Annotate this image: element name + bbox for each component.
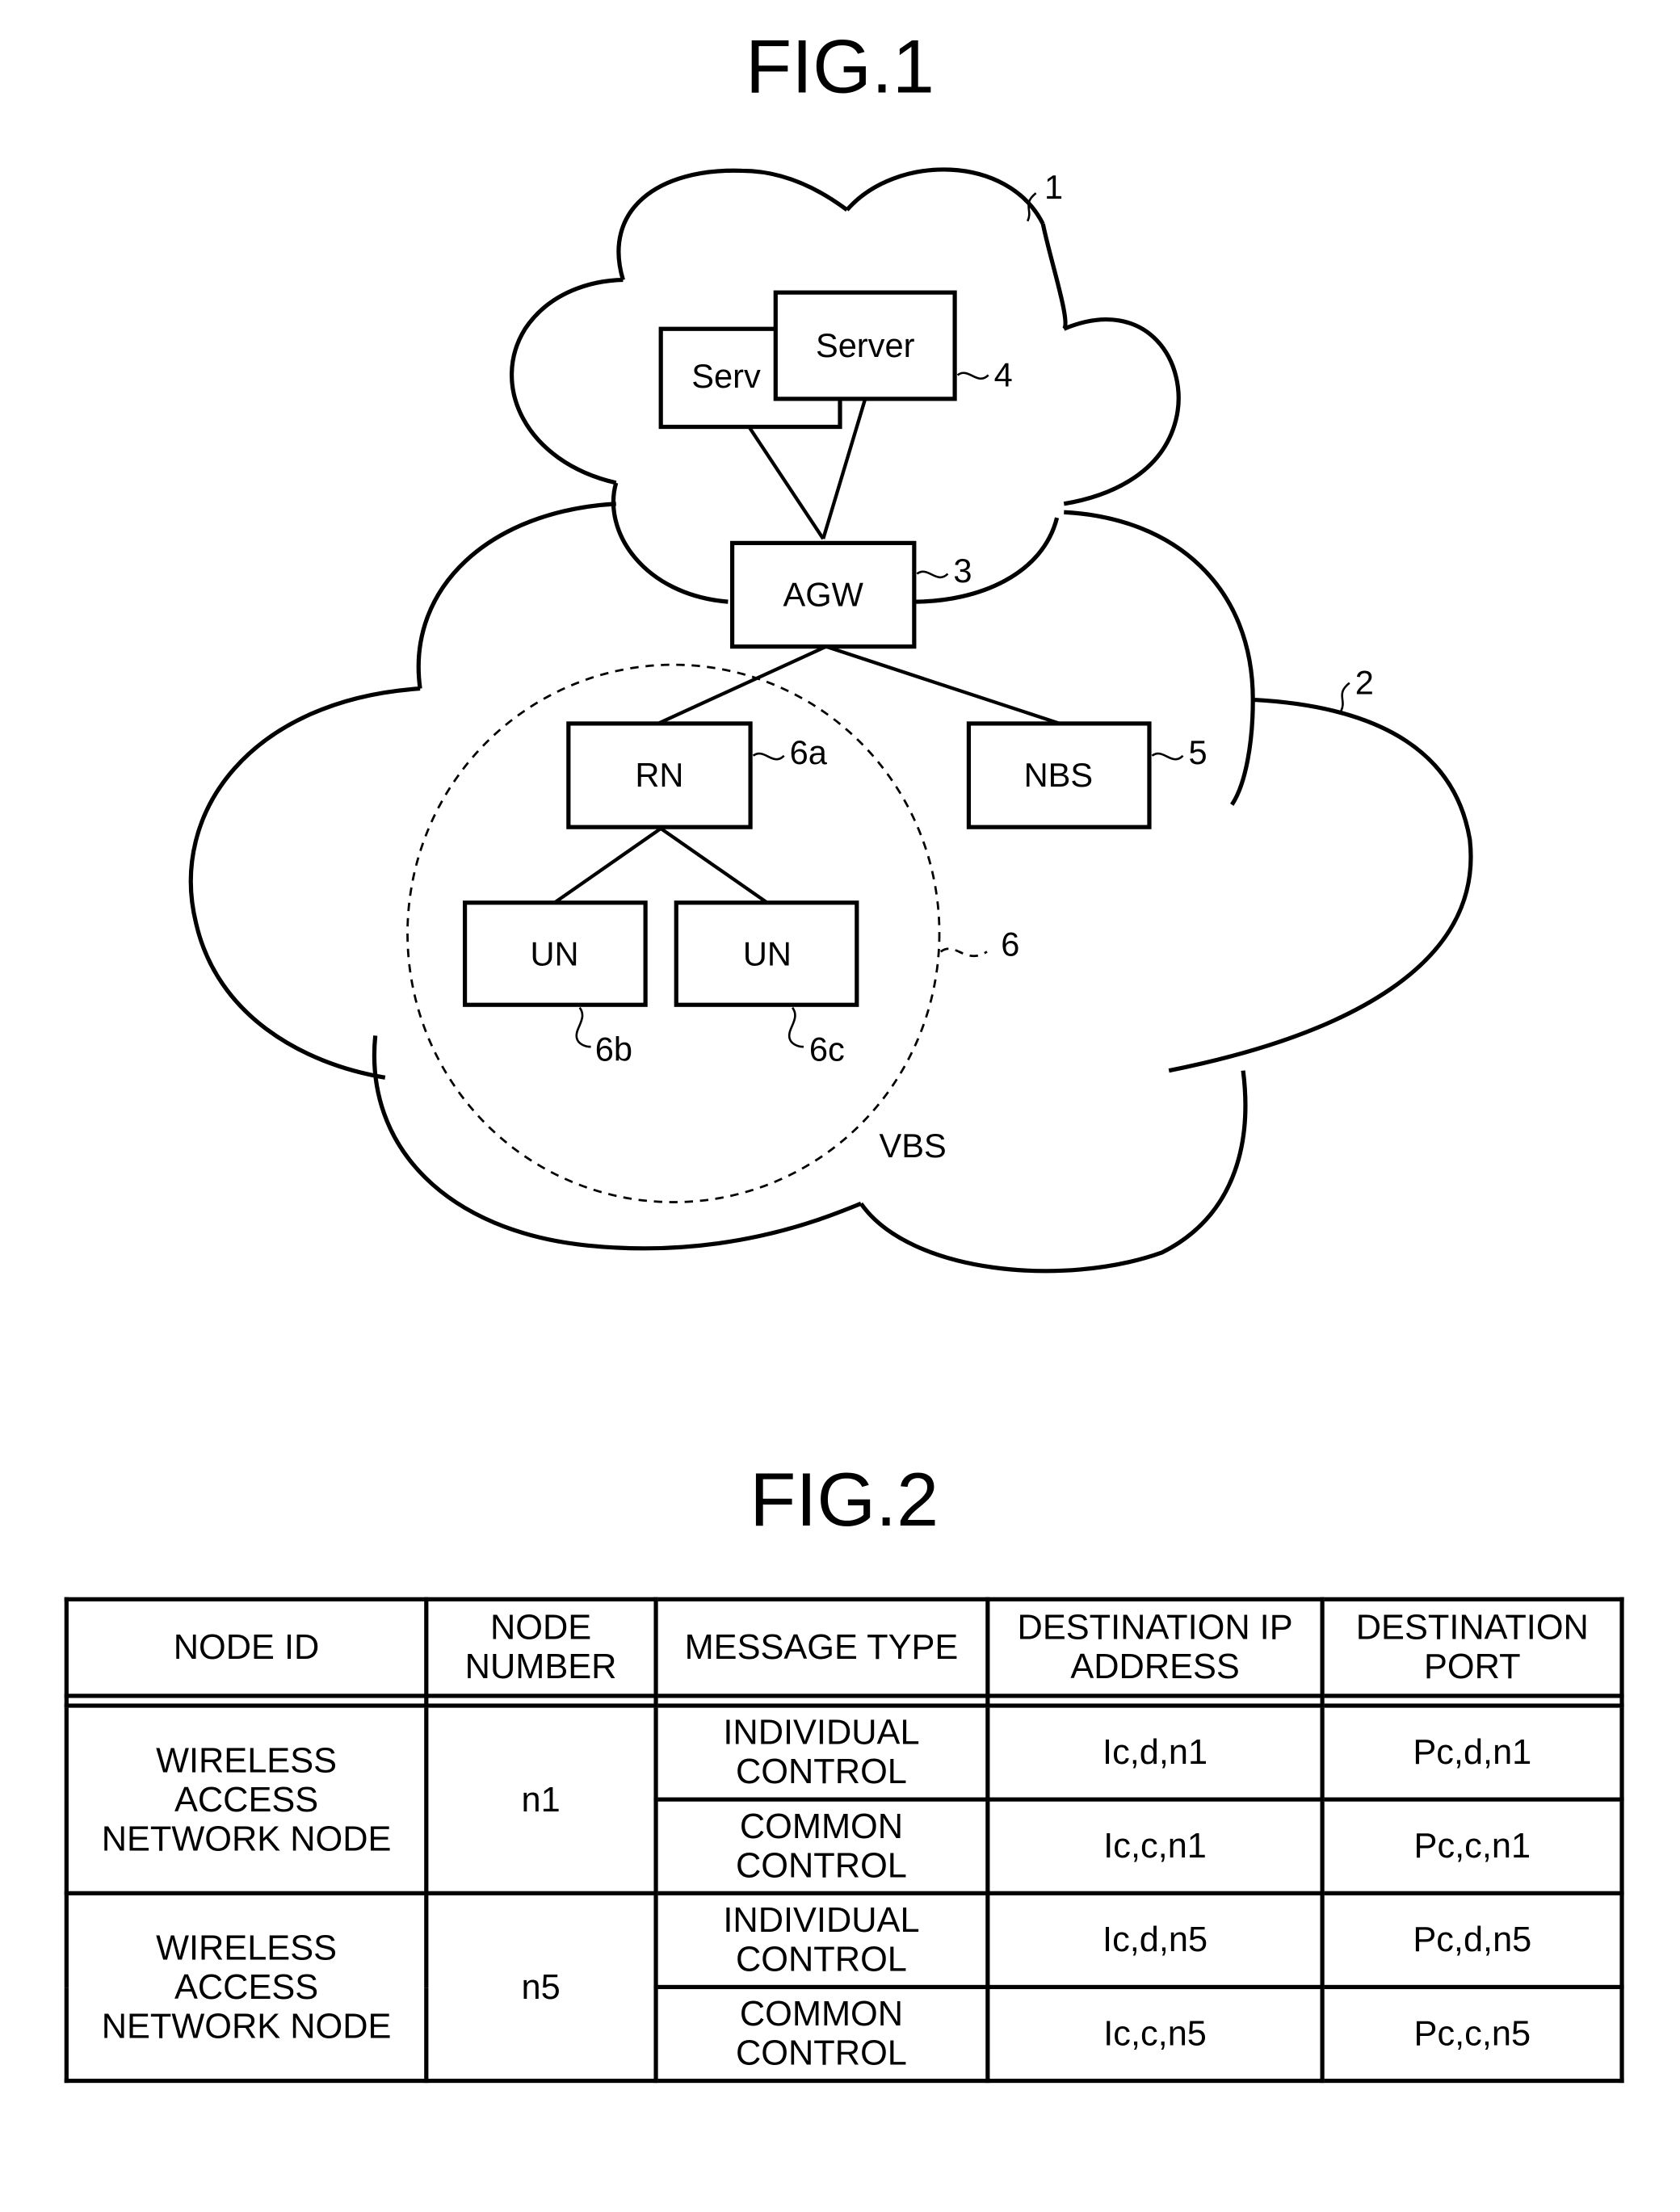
cell-dest-port: Pc,c,n1 (1321, 1797, 1624, 1895)
ref-nbs: 5 (1188, 733, 1207, 771)
link-rn-un-left (553, 827, 662, 905)
ref-un-left: 6b (595, 1030, 632, 1068)
ref-agw: 3 (953, 552, 972, 590)
agw-node[interactable]: AGW (729, 540, 917, 649)
ref-un-right: 6c (809, 1030, 845, 1068)
server-front-node[interactable]: Server (773, 290, 957, 401)
ref-server: 4 (994, 355, 1013, 393)
cell-node-id: WIRELESS ACCESS NETWORK NODE (64, 1703, 429, 1895)
header-message-type: MESSAGE TYPE (653, 1597, 990, 1698)
un-left-label: UN (530, 935, 578, 973)
leader-server (956, 371, 989, 380)
leader-un-left (575, 1006, 591, 1048)
header-dest-port: DESTINATION PORT (1321, 1597, 1624, 1698)
cell-node-number: n1 (424, 1703, 657, 1895)
link-server-back-agw (747, 426, 825, 540)
ref-cloud-2: 2 (1355, 664, 1374, 702)
rn-label: RN (635, 756, 683, 794)
header-dest-ip: DESTINATION IP ADDRESS (985, 1597, 1325, 1698)
agw-label: AGW (783, 575, 864, 613)
leader-cloud-2 (1340, 682, 1350, 711)
table-row: WIRELESS ACCESS NETWORK NODE n1 INDIVIDUAL… (64, 1703, 1624, 1895)
nbs-node[interactable]: NBS (966, 721, 1152, 829)
cell-message-type: COMMON CONTROL (653, 1984, 990, 2084)
cell-message-type: INDIVIDUAL CONTROL (653, 1891, 990, 1990)
un-right-label: UN (743, 935, 792, 973)
server-front-label: Server (816, 326, 915, 364)
fig1-title: FIG.1 (746, 23, 934, 108)
header-separator (64, 1694, 1624, 1708)
un-right-node[interactable]: UN (674, 900, 859, 1007)
ref-vbs-area: 6 (1001, 926, 1019, 963)
leader-rn (752, 753, 785, 761)
server-back-label: Serv (691, 357, 761, 395)
cell-node-number: n5 (424, 1891, 657, 2084)
un-left-node[interactable]: UN (462, 900, 648, 1007)
table-row: WIRELESS ACCESS NETWORK NODE n5 INDIVIDUAL… (64, 1891, 1624, 2084)
header-node-id: NODE ID (64, 1597, 429, 1698)
link-agw-rn (657, 644, 827, 725)
cell-dest-ip: Ic,c,n1 (985, 1797, 1325, 1895)
header-node-number: NODE NUMBER (424, 1597, 657, 1698)
cell-dest-ip: Ic,c,n5 (985, 1984, 1325, 2084)
leader-nbs (1151, 753, 1184, 761)
rn-node[interactable]: RN (566, 721, 753, 829)
cell-dest-port: Pc,d,n5 (1321, 1891, 1624, 1990)
table-header-row: NODE ID NODE NUMBER MESSAGE TYPE DESTINAT… (64, 1597, 1624, 1698)
cell-node-id: WIRELESS ACCESS NETWORK NODE (64, 1891, 429, 2084)
link-rn-un-right (659, 827, 769, 905)
leader-un-right (788, 1006, 804, 1048)
ref-rn: 6a (790, 733, 828, 771)
cell-message-type: COMMON CONTROL (653, 1797, 990, 1895)
leader-vbs-area (939, 947, 988, 958)
cell-dest-ip: Ic,d,n5 (985, 1891, 1325, 1990)
nbs-label: NBS (1024, 756, 1094, 794)
ref-cloud-1: 1 (1044, 168, 1063, 206)
cell-dest-ip: Ic,d,n1 (985, 1703, 1325, 1802)
link-agw-nbs (825, 644, 1060, 725)
cell-dest-port: Pc,c,n5 (1321, 1984, 1624, 2084)
vbs-label: VBS (880, 1127, 947, 1165)
leader-agw (916, 570, 949, 579)
fig2-title: FIG.2 (750, 1457, 939, 1542)
cell-dest-port: Pc,d,n1 (1321, 1703, 1624, 1802)
destination-table: NODE ID NODE NUMBER MESSAGE TYPE DESTINAT… (64, 1597, 1624, 2084)
cell-message-type: INDIVIDUAL CONTROL (653, 1703, 990, 1802)
